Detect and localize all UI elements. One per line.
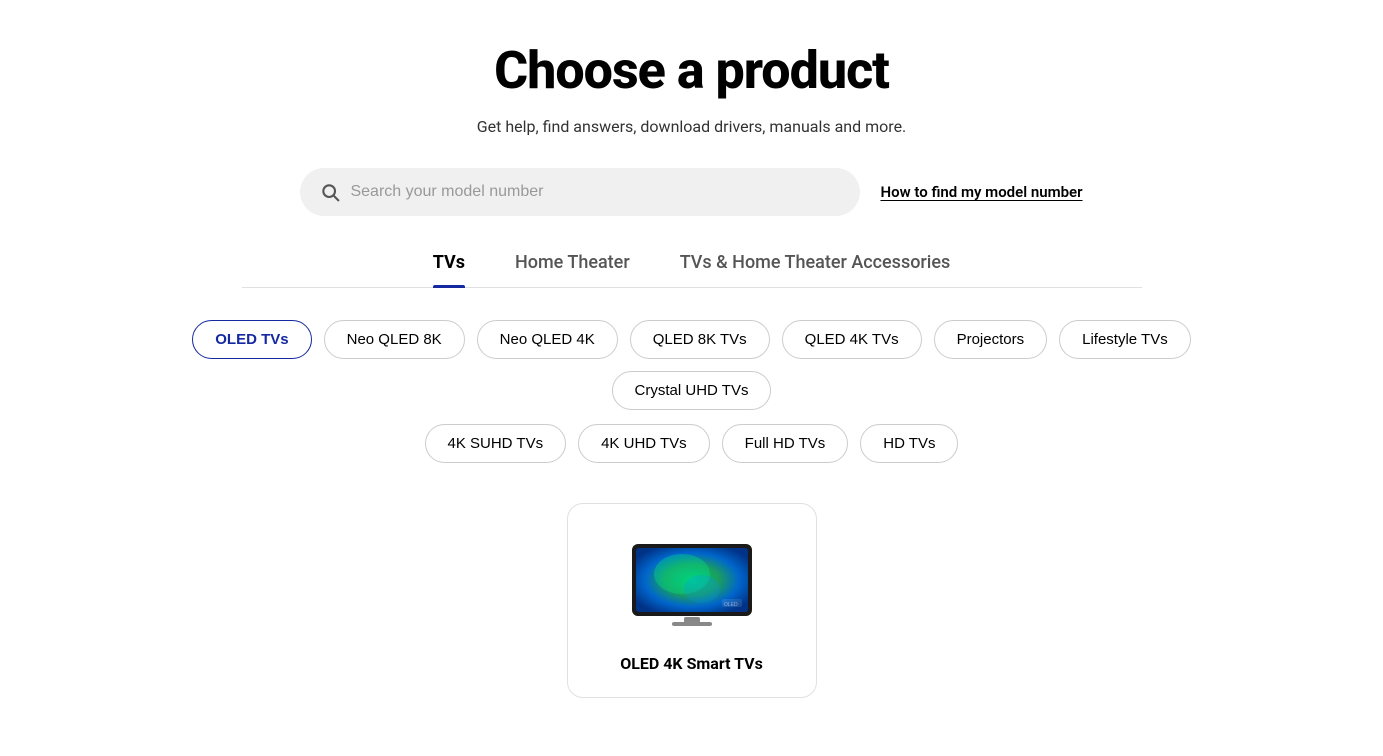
svg-text:OLED: OLED (724, 602, 738, 608)
product-card-oled-4k[interactable]: OLED OLED 4K Smart TVs (567, 503, 817, 698)
product-label-oled-4k: OLED 4K Smart TVs (620, 654, 763, 673)
filters-row-1: OLED TVs Neo QLED 8K Neo QLED 4K QLED 8K… (142, 320, 1242, 410)
search-row: How to find my model number (242, 168, 1142, 216)
tab-accessories[interactable]: TVs & Home Theater Accessories (680, 252, 951, 287)
filter-hd-tvs[interactable]: HD TVs (860, 424, 958, 463)
filter-full-hd-tvs[interactable]: Full HD TVs (722, 424, 849, 463)
search-icon (320, 182, 340, 202)
tab-home-theater[interactable]: Home Theater (515, 252, 630, 287)
filter-oled-tvs[interactable]: OLED TVs (192, 320, 311, 359)
filter-projectors[interactable]: Projectors (934, 320, 1048, 359)
page-subtitle: Get help, find answers, download drivers… (477, 117, 907, 136)
filter-crystal-uhd-tvs[interactable]: Crystal UHD TVs (612, 371, 772, 410)
filter-neo-qled-8k[interactable]: Neo QLED 8K (324, 320, 465, 359)
filters-row-2: 4K SUHD TVs 4K UHD TVs Full HD TVs HD TV… (425, 424, 959, 463)
products-grid: OLED OLED 4K Smart TVs (567, 503, 817, 698)
model-number-help-link[interactable]: How to find my model number (880, 183, 1082, 201)
search-input[interactable] (350, 183, 840, 201)
filter-4k-suhd-tvs[interactable]: 4K SUHD TVs (425, 424, 567, 463)
tabs-row: TVs Home Theater TVs & Home Theater Acce… (242, 252, 1142, 288)
filter-4k-uhd-tvs[interactable]: 4K UHD TVs (578, 424, 710, 463)
tab-tvs[interactable]: TVs (433, 252, 465, 287)
search-container (300, 168, 860, 216)
filter-qled-8k-tvs[interactable]: QLED 8K TVs (630, 320, 770, 359)
filter-neo-qled-4k[interactable]: Neo QLED 4K (477, 320, 618, 359)
filter-qled-4k-tvs[interactable]: QLED 4K TVs (782, 320, 922, 359)
page-title: Choose a product (494, 40, 889, 101)
filter-lifestyle-tvs[interactable]: Lifestyle TVs (1059, 320, 1191, 359)
product-image-oled-4k: OLED (627, 534, 757, 634)
